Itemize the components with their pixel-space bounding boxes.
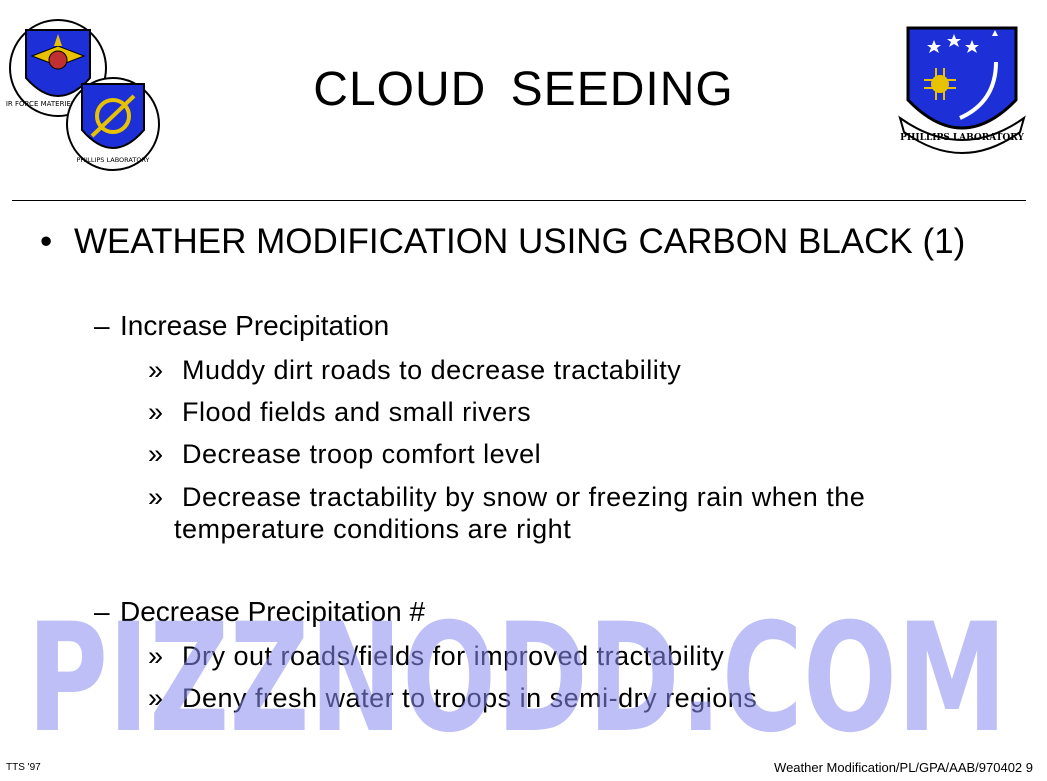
list-item: » Dry out roads/fields for improved tract… bbox=[148, 641, 725, 671]
list-item-continuation: temperature conditions are right bbox=[174, 514, 572, 544]
list-item: » Decrease tractability by snow or freezi… bbox=[148, 482, 866, 544]
bullet-glyph: • bbox=[40, 222, 53, 261]
slide-title: CLOUD SEEDING bbox=[313, 63, 734, 116]
section-heading-increase: – Increase Precipitation bbox=[94, 310, 390, 341]
list-item: » Flood fields and small rivers bbox=[148, 397, 532, 427]
section-heading-text: Increase Precipitation bbox=[120, 310, 390, 341]
main-bullet-text: WEATHER MODIFICATION USING CARBON BLACK … bbox=[74, 222, 966, 261]
footer-left: TTS '97 bbox=[6, 762, 41, 773]
list-item: » Muddy dirt roads to decrease tractabili… bbox=[148, 355, 682, 385]
section-heading-text: Decrease Precipitation # bbox=[120, 596, 426, 627]
main-bullet: • WEATHER MODIFICATION USING CARBON BLACK… bbox=[40, 222, 965, 262]
pl-small-ring-text: PHILLIPS LABORATORY bbox=[76, 156, 149, 164]
section-heading-decrease: – Decrease Precipitation # bbox=[94, 596, 426, 627]
phillips-banner-text: PHILLIPS LABORATORY bbox=[900, 133, 1024, 143]
title-divider bbox=[12, 200, 1026, 201]
list-item: » Decrease troop comfort level bbox=[148, 439, 542, 469]
list-item: » Deny fresh water to troops in semi-dry … bbox=[148, 683, 758, 713]
footer-right: Weather Modification/PL/GPA/AAB/970402 9 bbox=[774, 760, 1033, 775]
